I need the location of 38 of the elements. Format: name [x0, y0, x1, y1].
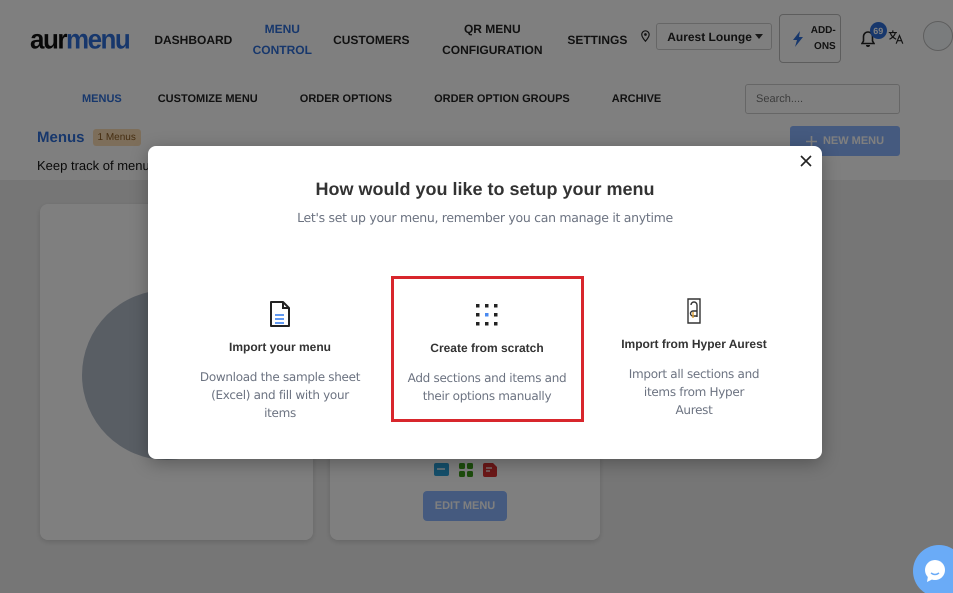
- dot-grid-icon: [476, 304, 498, 326]
- subnav-tab[interactable]: ORDER OPTION GROUPS: [434, 93, 570, 105]
- logo[interactable]: aurmenu: [30, 23, 130, 56]
- modal-subtitle: Let's set up your menu, remember you can manage it anytime: [297, 210, 673, 225]
- location-pin-icon: [641, 28, 650, 44]
- branch-select[interactable]: Aurest Lounge: [656, 23, 772, 50]
- nav-tab[interactable]: CUSTOMERS: [325, 19, 418, 61]
- document-icon: [482, 463, 496, 477]
- option-title: Create from scratch: [430, 341, 544, 355]
- search-field[interactable]: Search....: [745, 84, 900, 114]
- document-icon: [269, 301, 291, 328]
- count-badge: 1 Menus: [92, 128, 141, 146]
- option-title: Import your menu: [228, 340, 331, 354]
- nav-tab[interactable]: MENU CONTROL: [239, 19, 326, 61]
- nav-tab[interactable]: DASHBOARD: [147, 19, 240, 61]
- close-icon[interactable]: [799, 154, 813, 168]
- option-description: Add sections and items and their options manually: [406, 370, 568, 405]
- app-icon: [685, 297, 703, 325]
- option-title: Import from Hyper Aurest: [621, 337, 767, 351]
- document-icon: [434, 463, 448, 476]
- caret-icon[interactable]: [754, 34, 763, 39]
- setup-option[interactable]: Create from scratch Add sections and items and their options manually: [390, 276, 584, 422]
- bell-icon[interactable]: [860, 31, 875, 47]
- nav-tab[interactable]: QR MENU CONFIGURATION: [417, 19, 568, 61]
- notification-badge: 69: [870, 22, 887, 39]
- modal-title: How would you like to setup your menu: [315, 179, 655, 200]
- subnav-tab[interactable]: ARCHIVE: [612, 93, 662, 105]
- subnav-tab[interactable]: ORDER OPTIONS: [300, 93, 392, 105]
- nav-tab[interactable]: SETTINGS: [567, 19, 628, 61]
- subnav-tab[interactable]: MENUS: [82, 93, 122, 105]
- page-title: Menus: [37, 128, 85, 146]
- option-description: Import all sections and items from Hyper Aurest: [628, 366, 760, 419]
- option-description: Download the sample sheet (Excel) and fill with your items: [198, 369, 362, 422]
- grid-icon: [458, 463, 472, 477]
- lightning-icon: [792, 30, 804, 46]
- subnav-tab[interactable]: CUSTOMIZE MENU: [158, 93, 258, 105]
- chat-icon: [923, 559, 947, 583]
- addons-button[interactable]: ADD-ONS: [778, 14, 841, 63]
